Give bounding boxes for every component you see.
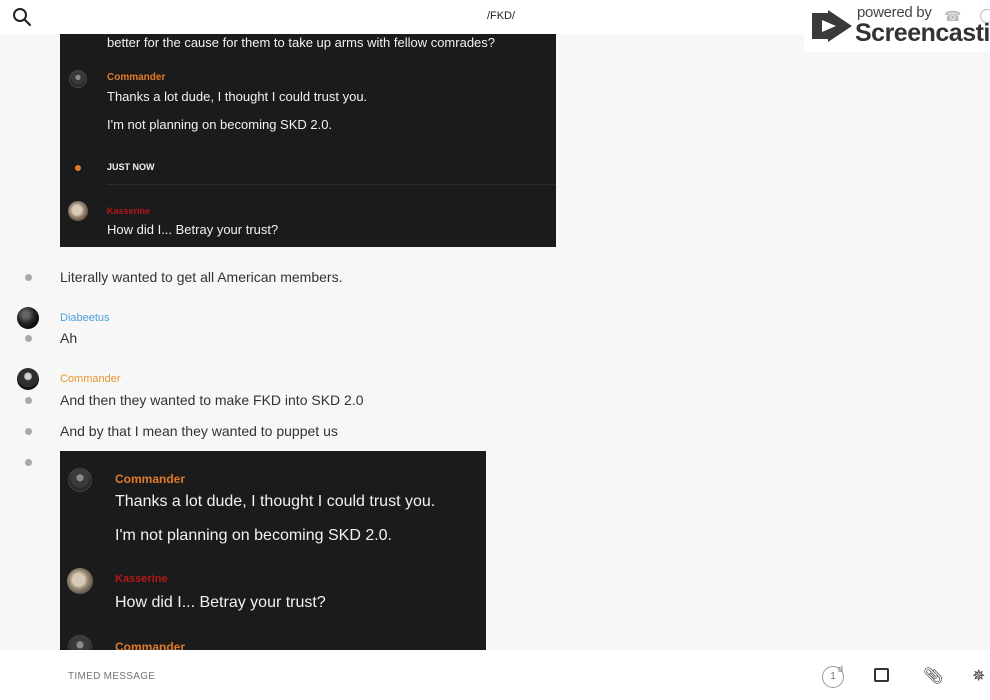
unread-dot [75, 165, 81, 171]
message-text: And by that I mean they wanted to puppet… [60, 423, 338, 439]
info-icon[interactable] [980, 9, 990, 23]
timer-unit: d [838, 664, 844, 674]
embedded-screenshot-1[interactable]: better for the cause for them to take up… [60, 34, 556, 247]
screencastify-logo-icon [812, 10, 852, 42]
message-bullet [25, 459, 32, 466]
embedded-screenshot-2[interactable]: Commander Thanks a lot dude, I thought I… [60, 451, 486, 651]
embedded-author-name: Kasserine [107, 206, 151, 216]
embedded-author-name: Kasserine [115, 573, 168, 585]
screencastify-watermark: powered by Screencastify [804, 0, 990, 52]
message-bullet [25, 274, 32, 281]
embedded-author-name: Commander [107, 72, 166, 83]
embedded-message-text: I'm not planning on becoming SKD 2.0. [115, 527, 392, 544]
embedded-timestamp: JUST NOW [107, 162, 155, 172]
loading-spinner-icon[interactable]: ✵ [972, 666, 985, 686]
message-text: And then they wanted to make FKD into SK… [60, 392, 364, 408]
watermark-brand: Screencastify [855, 19, 990, 47]
embedded-message-text: Thanks a lot dude, I thought I could tru… [115, 493, 436, 510]
message-author[interactable]: Commander [60, 373, 121, 385]
commander-avatar [69, 70, 87, 88]
avatar[interactable] [17, 307, 39, 329]
paperclip-icon[interactable]: 📎︎ [923, 666, 943, 686]
embedded-message-text: better for the cause for them to take up… [107, 35, 496, 50]
embedded-divider [107, 184, 556, 185]
message-input[interactable] [68, 671, 668, 682]
embedded-message-text: Thanks a lot dude, I thought I could tru… [107, 89, 368, 104]
message-bullet [25, 397, 32, 404]
commander-avatar [68, 468, 92, 492]
kasserine-avatar [68, 201, 88, 221]
message-text: Ah [60, 330, 78, 346]
avatar[interactable] [17, 368, 39, 390]
message-bullet [25, 428, 32, 435]
embedded-message-text: I'm not planning on becoming SKD 2.0. [107, 117, 333, 132]
embedded-message-text: How did I... Betray your trust? [115, 594, 326, 611]
commander-avatar [68, 635, 92, 651]
kasserine-avatar [67, 568, 93, 594]
phone-icon[interactable]: ☎ [944, 8, 961, 25]
message-bullet [25, 335, 32, 342]
message-text: Literally wanted to get all American mem… [60, 269, 343, 285]
image-icon[interactable] [874, 668, 889, 682]
embedded-author-name: Commander [115, 472, 186, 486]
embedded-message-text: How did I... Betray your trust? [107, 222, 279, 237]
message-author[interactable]: Diabeetus [60, 312, 110, 324]
